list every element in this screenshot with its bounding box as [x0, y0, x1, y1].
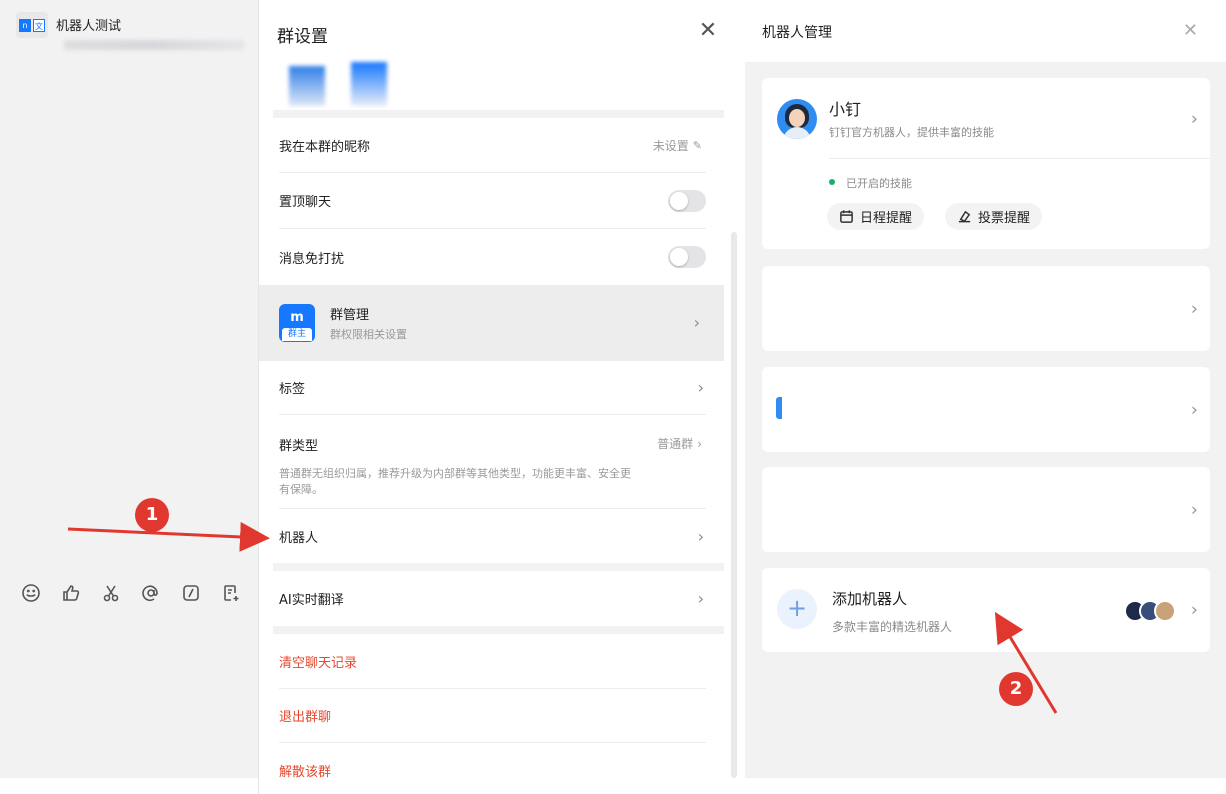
chevron-right-icon: ›: [1190, 108, 1198, 130]
blurred-member-list: [289, 62, 399, 106]
group-type-value: 普通群 ›: [657, 435, 702, 452]
section-gap: [273, 563, 724, 571]
tags-label: 标签: [279, 382, 306, 397]
input-toolbar: [0, 578, 258, 608]
divider: [829, 158, 1210, 159]
robot-management-title: 机器人管理: [762, 25, 832, 41]
dissolve-group-row[interactable]: 解散该群: [279, 743, 706, 794]
robot-label: 机器人: [279, 530, 319, 546]
chat-title: 机器人测试: [56, 19, 122, 34]
mute-toggle[interactable]: [668, 246, 706, 268]
xiaoding-name: 小钉: [829, 100, 862, 119]
skill-chip-label: 投票提醒: [978, 211, 1031, 226]
owner-tag: 群主: [282, 327, 312, 341]
annotation-badge-2: 2: [999, 672, 1033, 706]
group-manage-label: 群管理: [330, 307, 370, 323]
add-robot-title: 添加机器人: [832, 590, 908, 608]
pin-chat-toggle[interactable]: [668, 189, 706, 212]
pin-chat-label: 置顶聊天: [279, 195, 332, 210]
manage-icon-letter: m: [290, 309, 304, 325]
robot-avatar: [1154, 600, 1176, 622]
xiaoding-desc: 钉钉官方机器人，提供丰富的技能: [829, 126, 994, 139]
group-manage-row[interactable]: m 群主 群管理 群权限相关设置 ›: [259, 285, 724, 361]
avatar-letter-left: n: [19, 18, 31, 32]
skill-chip-schedule[interactable]: 日程提醒: [827, 203, 925, 230]
vote-icon: [958, 210, 971, 223]
robot-row[interactable]: 机器人 ›: [279, 509, 706, 563]
blurred-message: [64, 40, 244, 50]
chevron-right-icon: ›: [697, 378, 704, 397]
group-type-value-text: 普通群: [657, 437, 694, 451]
group-type-label: 群类型: [279, 439, 319, 454]
robot-card-blurred[interactable]: ›: [762, 467, 1210, 552]
thumbs-up-icon[interactable]: [60, 582, 82, 604]
status-dot: [829, 179, 835, 185]
chat-panel: n 文 机器人测试: [0, 0, 258, 778]
plus-icon: +: [777, 589, 817, 629]
member-avatar: [351, 62, 387, 106]
group-manage-sub: 群权限相关设置: [330, 327, 407, 341]
add-robot-card[interactable]: + 添加机器人 多款丰富的精选机器人 ›: [762, 568, 1210, 652]
exit-group-label: 退出群聊: [279, 710, 332, 725]
clear-history-label: 清空聊天记录: [279, 655, 358, 671]
note-add-icon[interactable]: [220, 582, 242, 604]
skill-chip-label: 日程提醒: [860, 211, 913, 226]
section-gap: [273, 626, 724, 634]
close-icon[interactable]: ✕: [1183, 20, 1198, 41]
enabled-skills-label: 已开启的技能: [846, 177, 912, 190]
nickname-row[interactable]: 我在本群的昵称 未设置 ✎: [279, 118, 706, 173]
close-icon[interactable]: ✕: [697, 20, 719, 42]
nickname-label: 我在本群的昵称: [279, 139, 371, 155]
mute-label: 消息免打扰: [279, 251, 345, 267]
group-settings-title: 群设置: [277, 27, 328, 47]
robot-management-header: 机器人管理 ✕: [745, 0, 1226, 62]
xiaoding-avatar: [777, 99, 817, 139]
group-settings-header: 群设置 ✕: [259, 0, 739, 64]
clear-history-row[interactable]: 清空聊天记录: [279, 634, 706, 689]
chat-header-area: n 文 机器人测试: [0, 0, 258, 316]
member-avatar: [289, 66, 325, 106]
pin-chat-row: 置顶聊天: [279, 173, 706, 229]
group-type-desc: 普通群无组织归属，推荐升级为内部群等其他类型，功能更丰富、安全更有保障。: [279, 467, 631, 496]
group-manage-icon: m 群主: [279, 303, 315, 342]
chevron-right-icon: ›: [1190, 599, 1198, 621]
ai-translate-row[interactable]: AI实时翻译 ›: [279, 571, 706, 626]
group-avatar: n 文: [16, 12, 48, 38]
chevron-right-icon: ›: [1190, 298, 1198, 319]
slash-command-icon[interactable]: [180, 582, 202, 604]
add-robot-desc: 多款丰富的精选机器人: [832, 620, 953, 634]
robot-card-blurred[interactable]: ›: [762, 367, 1210, 452]
nickname-value-text: 未设置: [652, 138, 689, 153]
group-type-row[interactable]: 群类型 普通群 › 普通群无组织归属，推荐升级为内部群等其他类型，功能更丰富、安…: [279, 415, 706, 509]
ai-translate-label: AI实时翻译: [279, 593, 344, 608]
section-gap: [273, 110, 724, 118]
chevron-right-icon: ›: [697, 589, 704, 608]
skill-chip-vote[interactable]: 投票提醒: [945, 203, 1043, 230]
dissolve-group-label: 解散该群: [279, 764, 332, 780]
robot-card-xiaoding[interactable]: 小钉 钉钉官方机器人，提供丰富的技能 › 已开启的技能 日程提醒 投票提醒: [762, 78, 1210, 249]
pencil-icon[interactable]: ✎: [693, 139, 702, 152]
tags-row[interactable]: 标签 ›: [279, 361, 706, 415]
avatar-letter-right: 文: [33, 18, 45, 32]
exit-group-row[interactable]: 退出群聊: [279, 689, 706, 743]
mute-row: 消息免打扰: [279, 229, 706, 285]
robot-card-blurred[interactable]: ›: [762, 266, 1210, 351]
at-icon[interactable]: [140, 582, 162, 604]
annotation-badge-1: 1: [135, 498, 169, 532]
blurred-robot-avatar: [776, 397, 782, 419]
chevron-right-icon: ›: [1190, 399, 1198, 420]
chevron-right-icon: ›: [697, 436, 702, 451]
scissors-icon[interactable]: [100, 582, 122, 604]
chevron-right-icon: ›: [1190, 499, 1198, 520]
nickname-value: 未设置 ✎: [653, 137, 702, 154]
chevron-right-icon: ›: [697, 526, 704, 546]
group-settings-panel: 群设置 ✕ 我在本群的昵称 未设置 ✎ 置顶聊天 消息免打扰 m 群主 群管理 …: [258, 0, 739, 794]
robot-management-panel: 机器人管理 ✕ 小钉 钉钉官方机器人，提供丰富的技能 › 已开启的技能 日程提醒…: [745, 0, 1226, 778]
calendar-icon: [840, 210, 853, 223]
emoji-icon[interactable]: [20, 582, 42, 604]
chevron-right-icon: ›: [693, 313, 700, 332]
robot-avatar-stack: [1124, 600, 1176, 622]
